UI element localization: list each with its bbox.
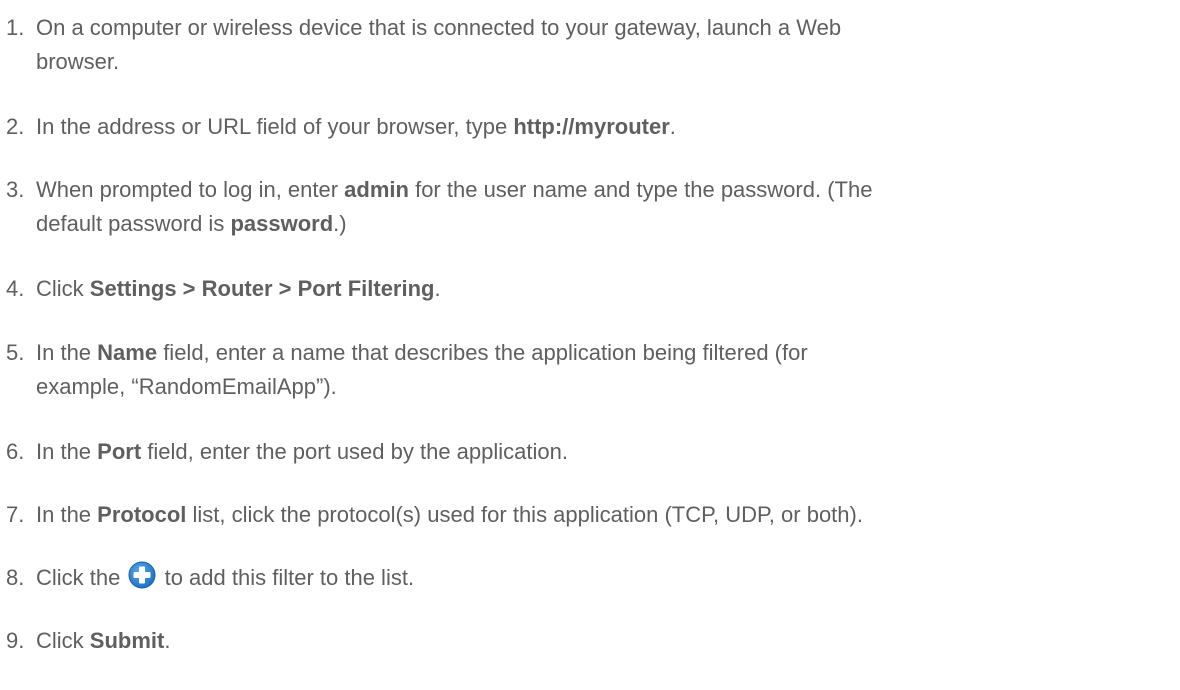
step-text-part: .) <box>333 211 347 236</box>
step-text: In the Protocol list, click the protocol… <box>36 498 1156 532</box>
step-text: In the address or URL field of your brow… <box>36 110 1156 144</box>
step-number: 2. <box>6 114 25 139</box>
step-bold-field-protocol: Protocol <box>97 502 187 527</box>
step-number: 3. <box>6 177 25 202</box>
step-text-part: On a computer or wireless device that is… <box>36 15 842 40</box>
step-text-part: In the address or URL field of your brow… <box>36 114 514 139</box>
step-text: Click Settings > Router > Port Filtering… <box>36 272 1156 306</box>
step-bold-menu-path: Settings > Router > Port Filtering <box>89 276 435 301</box>
step-text-part: field, enter a name that describes the a… <box>157 340 808 365</box>
step-text-part: Click <box>36 276 90 301</box>
add-plus-circle-icon <box>128 561 156 589</box>
step-bold-submit: Submit <box>89 628 165 653</box>
step-text-part: browser. <box>36 49 120 74</box>
step-text: In the Port field, enter the port used b… <box>36 435 1156 469</box>
step-text-part: . <box>164 628 171 653</box>
step-text-part: Click <box>36 628 90 653</box>
step-text-part: to add this filter to the list. <box>158 565 415 590</box>
step-text-part: default password is <box>36 211 231 236</box>
step-text: When prompted to log in, enter admin for… <box>36 173 1156 241</box>
step-text-part: When prompted to log in, enter <box>36 177 345 202</box>
step-text-part: . <box>669 114 676 139</box>
instructions-document: 1. On a computer or wireless device that… <box>0 0 1180 690</box>
step-bold-field-name: Name <box>97 340 158 365</box>
step-text-part: for the user name and type the password.… <box>408 177 873 202</box>
step-text-part: . <box>434 276 441 301</box>
step-text-part: In the <box>36 340 98 365</box>
step-number: 1. <box>6 15 25 40</box>
step-number: 9. <box>6 628 25 653</box>
step-text: Click the to add this filter to the list… <box>36 561 1156 595</box>
step-text-part: list, click the protocol(s) used for thi… <box>186 502 863 527</box>
step-bold-field-port: Port <box>97 439 142 464</box>
step-text: Click Submit. <box>36 624 1156 658</box>
step-number: 4. <box>6 276 25 301</box>
step-text-part: Click the <box>36 565 127 590</box>
step-bold-url: http://myrouter <box>513 114 670 139</box>
step-text-part: example, “RandomEmailApp”). <box>36 374 337 399</box>
step-text: On a computer or wireless device that is… <box>36 11 1156 79</box>
step-text-part: field, enter the port used by the applic… <box>141 439 568 464</box>
step-text: In the Name field, enter a name that des… <box>36 336 1156 404</box>
step-number: 5. <box>6 340 25 365</box>
step-number: 7. <box>6 502 25 527</box>
step-number: 8. <box>6 565 25 590</box>
step-number: 6. <box>6 439 25 464</box>
step-text-part: In the <box>36 502 98 527</box>
step-bold-username: admin <box>344 177 409 202</box>
step-text-part: In the <box>36 439 98 464</box>
step-bold-password: password <box>230 211 334 236</box>
